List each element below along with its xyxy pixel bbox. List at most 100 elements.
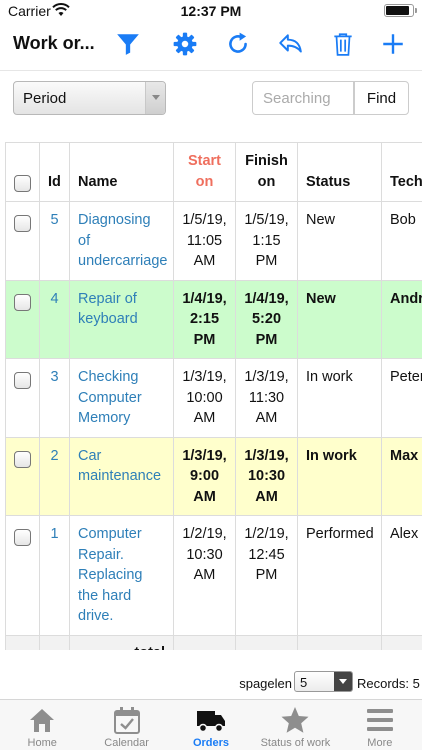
order-technician: Andr <box>381 279 422 359</box>
filter-icon[interactable] <box>112 28 144 60</box>
order-name[interactable]: Repair of keyboard <box>69 279 174 359</box>
tab-status-of-work[interactable]: Status of work <box>253 700 337 750</box>
tab-calendar[interactable]: Calendar <box>84 700 168 750</box>
tab-label: Status of work <box>260 737 331 749</box>
column-header-name[interactable]: Name <box>69 142 174 202</box>
page-length-label: spagelen <box>239 676 292 691</box>
order-status: Performed <box>297 515 382 636</box>
tab-label: Calendar <box>104 737 149 749</box>
order-name[interactable]: Diagnosing of undercarriage <box>69 201 174 281</box>
tab-orders[interactable]: Orders <box>169 700 253 750</box>
home-icon <box>30 709 55 732</box>
row-select-cell <box>5 201 40 281</box>
order-technician: Max <box>381 436 422 516</box>
order-finish: 1/3/19, 10:30 AM <box>235 436 298 516</box>
status-bar: Carrier 12:37 PM <box>0 0 422 22</box>
order-id[interactable]: 3 <box>39 358 70 438</box>
column-header-finish[interactable]: Finish on <box>235 142 298 202</box>
tab-label: Home <box>27 737 57 749</box>
find-button[interactable]: Find <box>354 81 409 115</box>
page-length-select[interactable]: 5 <box>294 671 353 692</box>
row-checkbox[interactable] <box>14 450 31 468</box>
select-all-checkbox[interactable] <box>14 175 31 192</box>
order-start: 1/3/19, 10:00 AM <box>173 358 236 438</box>
column-header-start-line1: Start <box>187 153 222 169</box>
refresh-icon[interactable] <box>222 28 254 60</box>
star-icon <box>281 707 309 733</box>
order-name[interactable]: Computer Repair. Replacing the hard driv… <box>69 515 174 636</box>
table-row[interactable]: 3 Checking Computer Memory 1/3/19, 10:00… <box>5 358 422 438</box>
total-label: total <box>69 634 174 650</box>
undo-icon[interactable] <box>274 28 306 60</box>
row-select-cell <box>5 515 40 636</box>
order-name[interactable]: Car maintenance <box>69 436 174 516</box>
order-technician: Bob <box>381 201 422 281</box>
battery-icon <box>384 4 417 17</box>
table-row[interactable]: 2 Car maintenance 1/3/19, 9:00 AM 1/3/19… <box>5 436 422 516</box>
column-header-finish-line2: on <box>257 173 276 190</box>
order-status: In work <box>297 358 382 438</box>
total-cell <box>235 634 298 650</box>
total-row: total <box>5 634 422 650</box>
truck-icon <box>197 711 226 733</box>
row-checkbox[interactable] <box>14 529 31 546</box>
period-select[interactable]: Period <box>13 81 166 115</box>
row-select-cell <box>5 358 40 438</box>
row-checkbox[interactable] <box>14 215 31 232</box>
total-cell <box>39 634 70 650</box>
search-input[interactable] <box>252 81 354 115</box>
order-technician: Peter <box>381 358 422 438</box>
total-cell <box>5 634 40 650</box>
order-id[interactable]: 4 <box>39 279 70 359</box>
order-finish: 1/2/19, 12:45 PM <box>235 515 298 636</box>
column-header-id[interactable]: Id <box>39 142 70 202</box>
column-header-start-line2: on <box>195 173 214 190</box>
tab-bar: Home Calendar Orders Status of work More <box>0 699 422 750</box>
menu-icon <box>366 709 393 731</box>
order-id[interactable]: 5 <box>39 201 70 281</box>
pager: spagelen 5 Records: 5 <box>0 670 422 694</box>
tab-label: Orders <box>192 737 230 749</box>
total-cell <box>297 634 382 650</box>
table-row[interactable]: 1 Computer Repair. Replacing the hard dr… <box>5 515 422 636</box>
order-start: 1/4/19, 2:15 PM <box>173 279 236 359</box>
period-select-value: Period <box>23 90 67 107</box>
column-header-finish-line1: Finish <box>245 153 288 169</box>
page-length-value: 5 <box>300 675 308 690</box>
total-cell <box>173 634 236 650</box>
tab-label: More <box>367 737 393 749</box>
order-start: 1/3/19, 9:00 AM <box>173 436 236 516</box>
order-id[interactable]: 2 <box>39 436 70 516</box>
column-header-status[interactable]: Status <box>297 142 382 202</box>
gear-icon[interactable] <box>169 28 201 60</box>
page-title: Work or... <box>13 33 95 53</box>
row-checkbox[interactable] <box>14 293 31 311</box>
table-row[interactable]: 5 Diagnosing of undercarriage 1/5/19, 11… <box>5 201 422 281</box>
order-technician: Alex <box>381 515 422 636</box>
order-status: New <box>297 279 382 359</box>
order-name[interactable]: Checking Computer Memory <box>69 358 174 438</box>
row-checkbox[interactable] <box>14 372 31 389</box>
column-header-technician[interactable]: Tech <box>381 142 422 202</box>
plus-icon[interactable] <box>377 28 409 60</box>
row-select-cell <box>5 279 40 359</box>
order-start: 1/2/19, 10:30 AM <box>173 515 236 636</box>
order-start: 1/5/19, 11:05 AM <box>173 201 236 281</box>
tab-more[interactable]: More <box>338 700 422 750</box>
order-id[interactable]: 1 <box>39 515 70 636</box>
total-cell <box>381 634 422 650</box>
trash-icon[interactable] <box>327 28 359 60</box>
order-status: New <box>297 201 382 281</box>
calendar-icon <box>113 707 140 734</box>
toolbar: Work or... <box>0 22 422 66</box>
table-header-row: Id Name Start on Finish on Status Tech <box>5 142 422 202</box>
tab-home[interactable]: Home <box>0 700 84 750</box>
table-row[interactable]: 4 Repair of keyboard 1/4/19, 2:15 PM 1/4… <box>5 279 422 359</box>
filter-row: Period Find <box>0 70 422 122</box>
clock: 12:37 PM <box>180 3 242 19</box>
order-finish: 1/5/19, 1:15 PM <box>235 201 298 281</box>
column-header-start[interactable]: Start on <box>173 142 236 202</box>
chevron-down-icon <box>334 672 352 691</box>
row-select-cell <box>5 436 40 516</box>
orders-grid: Id Name Start on Finish on Status Tech 5 D… <box>5 142 422 650</box>
